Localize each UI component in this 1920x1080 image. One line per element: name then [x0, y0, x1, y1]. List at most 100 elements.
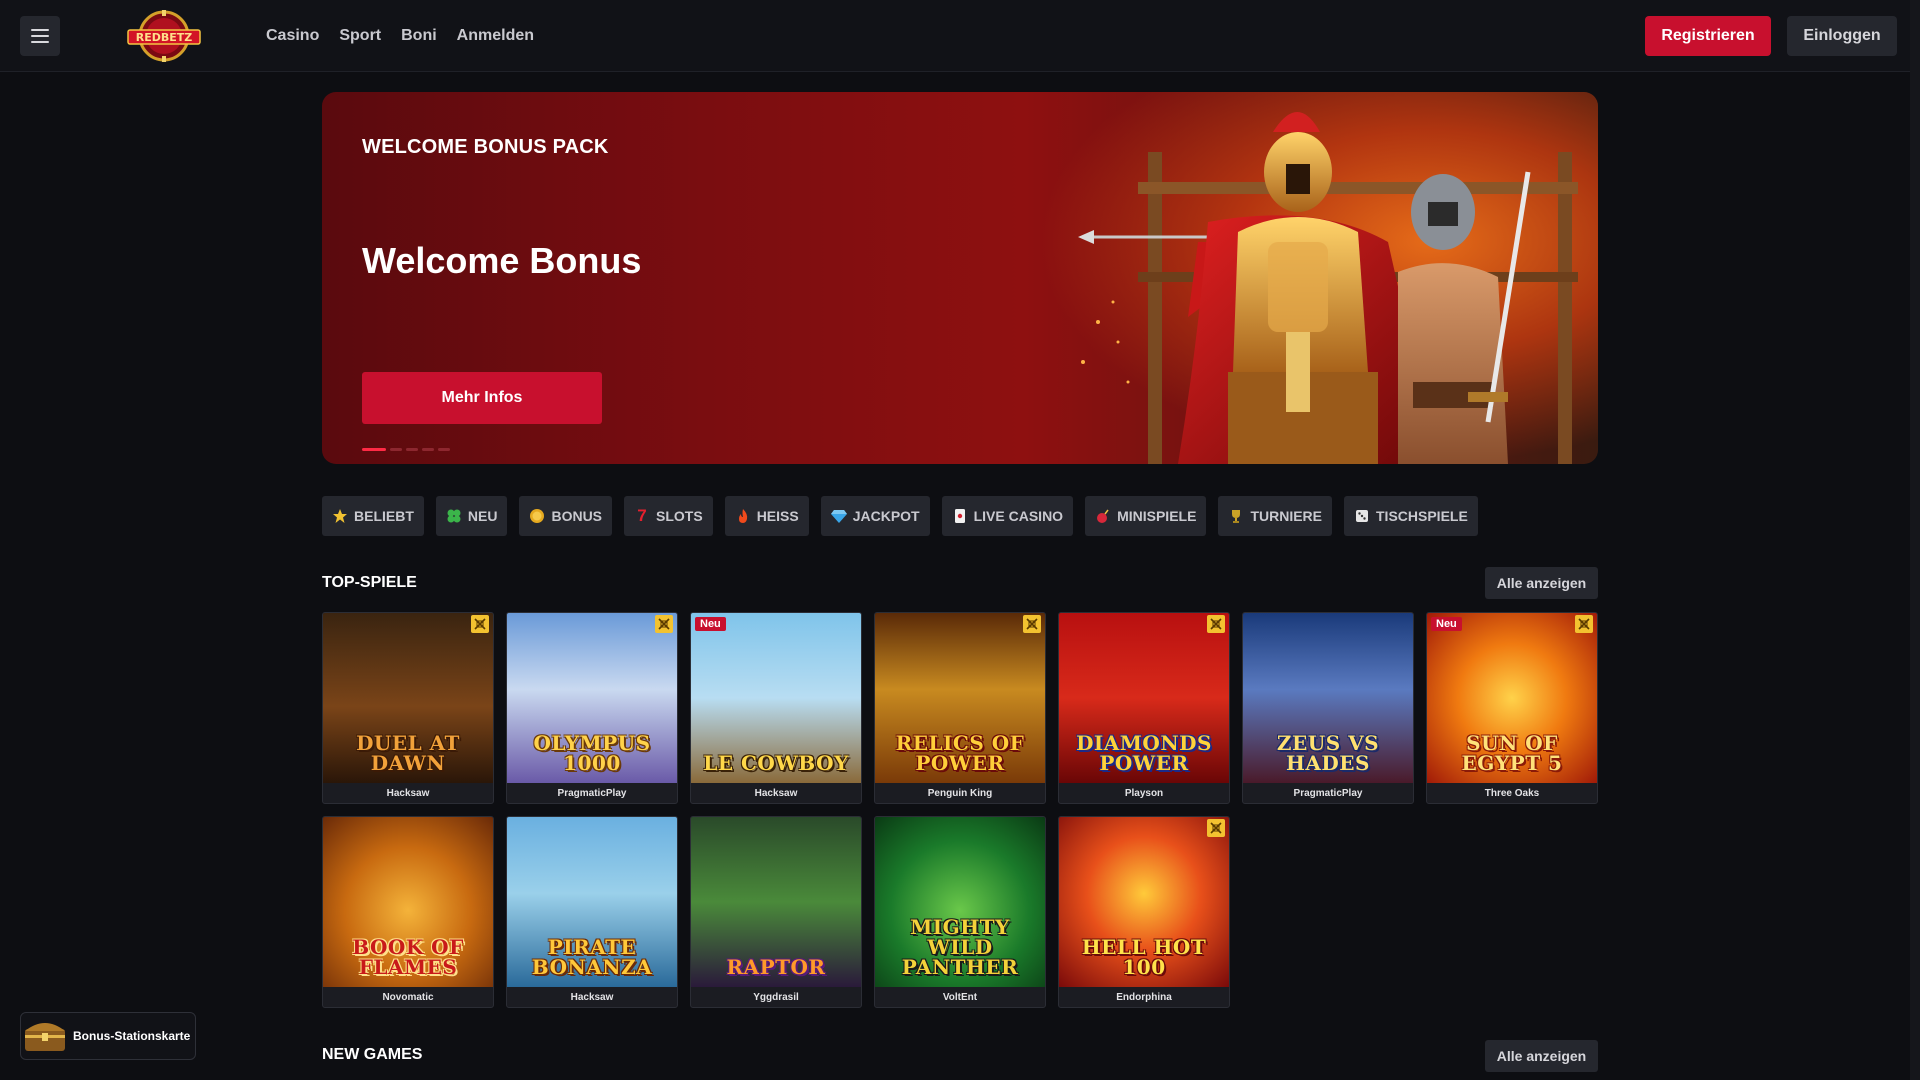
carousel-dot[interactable]	[390, 448, 402, 451]
page: REDBETZ Casino Sport Boni Anmelden Regis…	[0, 0, 1920, 1080]
category-minispiele[interactable]: MINISPIELE	[1085, 496, 1207, 536]
category-turniere[interactable]: TURNIERE	[1218, 496, 1332, 536]
game-thumbnail[interactable]: OLYMPUS 1000	[507, 613, 677, 783]
bomb-icon	[1095, 508, 1111, 524]
login-button[interactable]: Einloggen	[1787, 16, 1897, 56]
bonus-flag-icon	[655, 615, 673, 633]
category-neu[interactable]: NEU	[435, 496, 508, 536]
bonus-flag-icon	[1023, 615, 1041, 633]
main-nav: Casino Sport Boni Anmelden	[266, 0, 554, 72]
carousel-dot[interactable]	[406, 448, 418, 451]
star-icon	[332, 508, 348, 524]
category-jackpot[interactable]: JACKPOT	[820, 496, 930, 536]
category-beliebt[interactable]: BELIEBT	[322, 496, 424, 536]
carousel-dot[interactable]	[422, 448, 434, 451]
game-thumbnail[interactable]: MIGHTY WILD PANTHER	[875, 817, 1045, 987]
game-card[interactable]: PIRATE BONANZA Hacksaw	[506, 816, 678, 1008]
game-thumbnail[interactable]: HELL HOT 100	[1059, 817, 1229, 987]
game-card[interactable]: RELICS OF POWER Penguin King	[874, 612, 1046, 804]
register-button[interactable]: Registrieren	[1645, 16, 1771, 56]
menu-icon	[31, 29, 49, 43]
carousel-dot[interactable]	[362, 448, 386, 451]
dice-icon	[1354, 508, 1370, 524]
top-games-title: TOP-SPIELE	[322, 574, 417, 591]
bonus-station-card-button[interactable]: Bonus-Stationskarte	[20, 1012, 196, 1060]
game-card[interactable]: RAPTOR Yggdrasil	[690, 816, 862, 1008]
hero-banner[interactable]: WELCOME BONUS PACK Welcome Bonus Mehr In…	[322, 92, 1598, 464]
game-card[interactable]: BOOK OF FLAMES Novomatic	[322, 816, 494, 1008]
game-card[interactable]: DUEL AT DAWN Hacksaw	[322, 612, 494, 804]
category-live-casino[interactable]: LIVE CASINO	[941, 496, 1074, 536]
game-logo-art: OLYMPUS 1000	[533, 731, 651, 775]
nav-casino[interactable]: Casino	[266, 27, 319, 45]
game-thumbnail[interactable]: DIAMONDS POWER	[1059, 613, 1229, 783]
game-provider: Hacksaw	[386, 787, 430, 799]
category-label: NEU	[467, 508, 498, 524]
category-label: TURNIERE	[1250, 508, 1322, 524]
hero-eyebrow: WELCOME BONUS PACK	[362, 136, 609, 158]
game-card[interactable]: HELL HOT 100 Endorphina	[1058, 816, 1230, 1008]
category-tischspiele[interactable]: TISCHSPIELE	[1344, 496, 1478, 536]
game-thumbnail[interactable]: DUEL AT DAWN	[323, 613, 493, 783]
scrollbar[interactable]	[1910, 0, 1920, 1080]
bonus-flag-icon	[1575, 615, 1593, 633]
carousel-dot[interactable]	[438, 448, 450, 451]
bonus-flag-icon	[471, 615, 489, 633]
game-provider: PragmaticPlay	[1293, 787, 1363, 799]
game-thumbnail[interactable]: RELICS OF POWER	[875, 613, 1045, 783]
hamburger-menu-button[interactable]	[20, 16, 60, 56]
game-thumbnail[interactable]: ZEUS VS HADES	[1243, 613, 1413, 783]
nav-boni[interactable]: Boni	[401, 27, 437, 45]
category-filter-bar: BELIEBT NEU BONUS 7 SLOTS HEISS JACKPOT …	[322, 496, 1478, 536]
game-logo-art: DUEL AT DAWN	[356, 731, 460, 775]
new-games-show-all-button[interactable]: Alle anzeigen	[1485, 1040, 1598, 1072]
game-provider: Novomatic	[382, 991, 434, 1003]
nav-anmelden[interactable]: Anmelden	[457, 27, 534, 45]
category-label: TISCHSPIELE	[1376, 508, 1468, 524]
more-info-button[interactable]: Mehr Infos	[362, 372, 602, 424]
game-card[interactable]: Neu LE COWBOY Hacksaw	[690, 612, 862, 804]
category-bonus[interactable]: BONUS	[519, 496, 613, 536]
game-logo-art: HELL HOT 100	[1081, 935, 1207, 979]
top-bar: REDBETZ Casino Sport Boni Anmelden Regis…	[0, 0, 1920, 72]
bonus-flag-icon	[1207, 819, 1225, 837]
seven-icon: 7	[637, 506, 647, 525]
game-logo-art: RAPTOR	[726, 955, 826, 979]
game-thumbnail[interactable]: BOOK OF FLAMES	[323, 817, 493, 987]
category-label: SLOTS	[656, 508, 703, 524]
game-thumbnail[interactable]: RAPTOR	[691, 817, 861, 987]
game-provider: Playson	[1124, 787, 1164, 799]
card-icon	[952, 508, 968, 524]
game-provider: Hacksaw	[754, 787, 798, 799]
top-games-grid: DUEL AT DAWN Hacksaw OLYMPUS 1000 Pragmatic…	[322, 612, 1598, 1008]
top-games-show-all-button[interactable]: Alle anzeigen	[1485, 567, 1598, 599]
category-label: LIVE CASINO	[973, 508, 1064, 524]
nav-sport[interactable]: Sport	[339, 27, 381, 45]
hero-title: Welcome Bonus	[362, 240, 642, 281]
game-card[interactable]: Neu SUN OF EGYPT 5 Three Oaks	[1426, 612, 1598, 804]
category-label: HEISS	[756, 508, 799, 524]
category-heiss[interactable]: HEISS	[724, 496, 809, 536]
new-games-title: NEW GAMES	[322, 1046, 423, 1063]
game-logo-art: ZEUS VS HADES	[1276, 731, 1380, 775]
game-thumbnail[interactable]: LE COWBOY	[691, 613, 861, 783]
treasure-chest-icon	[25, 1023, 65, 1051]
game-card[interactable]: DIAMONDS POWER Playson	[1058, 612, 1230, 804]
game-thumbnail[interactable]: PIRATE BONANZA	[507, 817, 677, 987]
game-card[interactable]: ZEUS VS HADES PragmaticPlay	[1242, 612, 1414, 804]
category-label: MINISPIELE	[1117, 508, 1197, 524]
category-slots[interactable]: 7 SLOTS	[624, 496, 713, 536]
game-logo-art: LE COWBOY	[703, 751, 849, 775]
game-card[interactable]: MIGHTY WILD PANTHER VoltEnt	[874, 816, 1046, 1008]
redbetz-logo[interactable]: REDBETZ	[124, 8, 204, 64]
game-logo-art: MIGHTY WILD PANTHER	[901, 915, 1019, 979]
game-provider: PragmaticPlay	[557, 787, 627, 799]
gladiators-illustration	[1078, 112, 1578, 464]
game-thumbnail[interactable]: SUN OF EGYPT 5	[1427, 613, 1597, 783]
flame-icon	[735, 508, 751, 524]
coin-icon	[529, 508, 545, 524]
game-card[interactable]: OLYMPUS 1000 PragmaticPlay	[506, 612, 678, 804]
svg-text:REDBETZ: REDBETZ	[136, 31, 193, 44]
game-logo-art: DIAMONDS POWER	[1076, 731, 1212, 775]
trophy-icon	[1228, 508, 1244, 524]
